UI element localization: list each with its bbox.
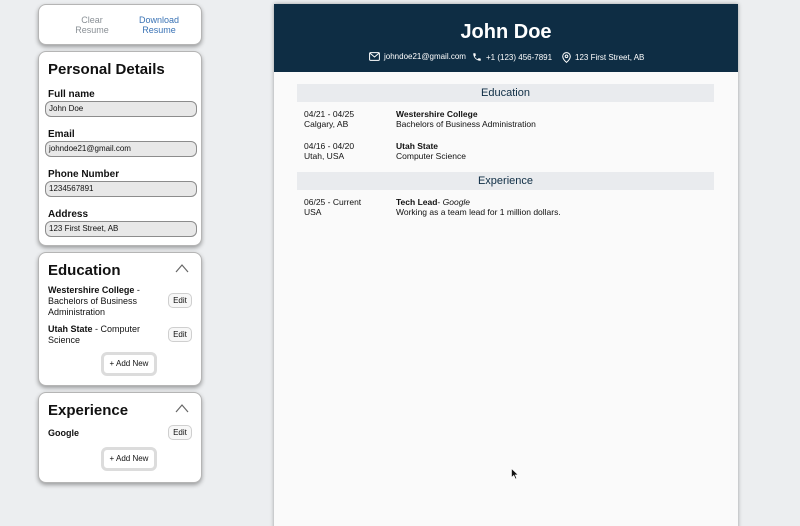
chevron-up-icon[interactable] [175, 263, 189, 273]
phone-icon [473, 53, 481, 61]
email-field[interactable]: johndoe21@gmail.com [45, 141, 197, 157]
phone-label: Phone Number [48, 169, 120, 180]
resume-education-school: Westershire College [396, 109, 478, 119]
education-editor-card: Education Westershire College - Bachelor… [38, 252, 202, 386]
mail-icon [369, 52, 380, 61]
personal-details-title: Personal Details [48, 61, 165, 78]
education-entry-separator: - [134, 285, 140, 295]
resume-email-text: johndoe21@gmail.com [384, 52, 466, 61]
resume-experience-heading: Experience [297, 172, 714, 190]
resume-phone-text: +1 (123) 456-7891 [486, 52, 553, 62]
full-name-label: Full name [48, 89, 95, 100]
education-entry-school: Utah State [48, 324, 93, 334]
resume-address-text: 123 First Street, AB [575, 53, 645, 62]
add-experience-button[interactable]: + Add New [101, 447, 157, 471]
experience-editor-title: Experience [48, 402, 129, 419]
resume-experience-position: Tech Lead [396, 197, 438, 207]
resume-preview: John Doe johndoe21@gmail.com +1 (123) 45… [274, 4, 738, 526]
address-field[interactable]: 123 First Street, AB [45, 221, 197, 237]
experience-editor-card: Experience Google Edit + Add New [38, 392, 202, 483]
experience-entry-company: Google [48, 428, 79, 438]
resume-address: 123 First Street, AB [562, 52, 644, 63]
resume-experience-description: Working as a team lead for 1 million dol… [396, 207, 561, 217]
education-entry-separator: - [92, 324, 101, 334]
resume-education-dates: 04/21 - 04/25 [304, 109, 355, 119]
email-label: Email [48, 129, 75, 140]
resume-actions-card: Clear Resume Download Resume [38, 4, 202, 45]
resume-education-school: Utah State [396, 141, 439, 151]
resume-header: John Doe johndoe21@gmail.com +1 (123) 45… [274, 4, 738, 72]
full-name-field[interactable]: John Doe [45, 101, 197, 117]
edit-education-button[interactable]: Edit [168, 293, 192, 308]
resume-education-degree: Computer Science [396, 151, 466, 161]
address-label: Address [48, 209, 89, 220]
experience-entry: Google [48, 428, 158, 439]
chevron-up-icon[interactable] [175, 403, 189, 413]
resume-experience-title: Tech Lead- Google [396, 197, 470, 207]
mouse-cursor-icon [511, 468, 519, 480]
resume-name: John Doe [460, 21, 552, 43]
add-education-button[interactable]: + Add New [101, 352, 157, 376]
resume-experience-dates: 06/25 - Current [304, 197, 362, 207]
download-resume-button[interactable]: Download Resume [137, 15, 181, 35]
resume-education-location: Utah, USA [304, 151, 345, 161]
edit-education-button[interactable]: Edit [168, 327, 192, 342]
resume-email: johndoe21@gmail.com [369, 52, 466, 61]
resume-phone: +1 (123) 456-7891 [472, 52, 552, 62]
personal-details-card: Personal Details Full name John Doe Emai… [38, 51, 202, 246]
resume-experience-company: Google [442, 197, 471, 207]
clear-resume-button[interactable]: Clear Resume [73, 15, 111, 35]
resume-education-degree: Bachelors of Business Administration [396, 119, 536, 129]
education-entry: Westershire College - Bachelors of Busin… [48, 285, 158, 318]
education-entry: Utah State - Computer Science [48, 324, 158, 346]
resume-education-dates: 04/16 - 04/20 [304, 141, 355, 151]
education-entry-degree: Bachelors of Business Administration [48, 296, 138, 317]
location-pin-icon [562, 52, 571, 63]
resume-education-location: Calgary, AB [304, 119, 349, 129]
resume-education-heading: Education [297, 84, 714, 102]
edit-experience-button[interactable]: Edit [168, 425, 192, 440]
education-entry-school: Westershire College [48, 285, 135, 295]
education-editor-title: Education [48, 262, 121, 279]
phone-field[interactable]: 1234567891 [45, 181, 197, 197]
resume-experience-location: USA [304, 207, 322, 217]
